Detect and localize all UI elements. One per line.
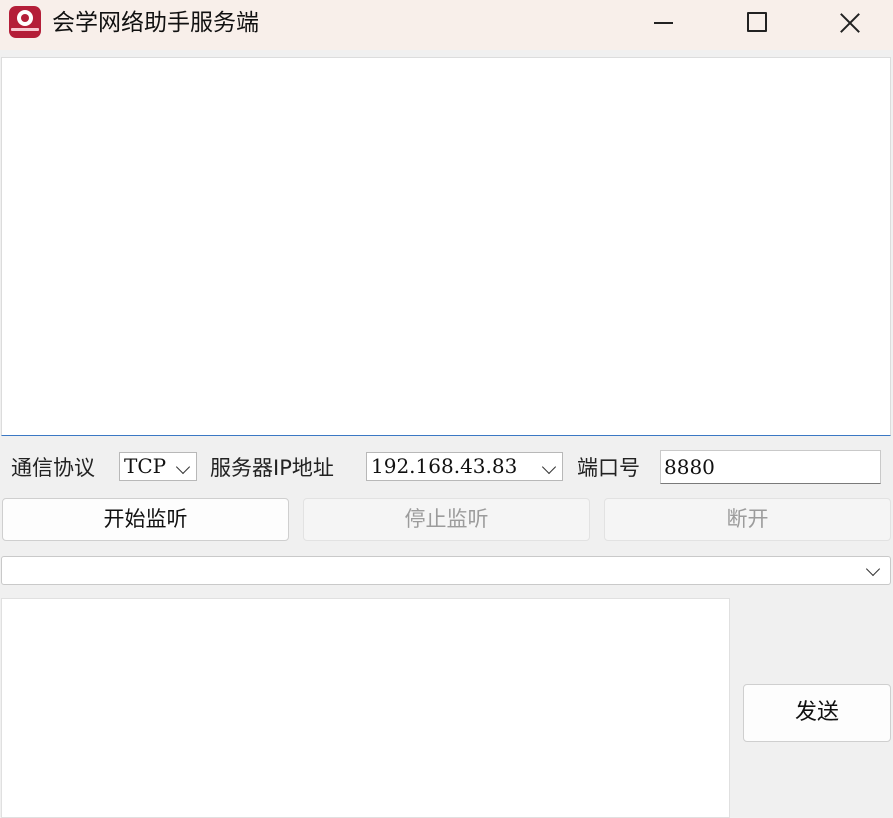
maximize-icon [747, 12, 767, 32]
title-bar: 会学网络助手服务端 [0, 0, 893, 50]
chevron-down-icon [175, 459, 191, 475]
server-ip-label: 服务器IP地址 [210, 456, 334, 480]
close-button[interactable] [826, 0, 872, 46]
minimize-button[interactable] [640, 0, 686, 46]
app-logo-icon [9, 6, 41, 38]
receive-text-area[interactable] [1, 57, 891, 436]
chevron-down-icon [865, 561, 881, 577]
protocol-value: TCP [124, 454, 167, 478]
chevron-down-icon [541, 459, 557, 475]
stop-listen-button[interactable]: 停止监听 [303, 498, 590, 541]
window-title: 会学网络助手服务端 [52, 10, 259, 36]
start-listen-button[interactable]: 开始监听 [2, 498, 289, 541]
server-ip-value: 192.168.43.83 [371, 454, 518, 478]
maximize-button[interactable] [733, 0, 779, 46]
send-button[interactable]: 发送 [743, 684, 891, 742]
port-label: 端口号 [577, 456, 640, 480]
minimize-icon [654, 22, 673, 24]
disconnect-button[interactable]: 断开 [604, 498, 891, 541]
port-input[interactable]: 8880 [660, 450, 881, 484]
send-text-area[interactable] [1, 598, 730, 818]
protocol-select[interactable]: TCP [119, 452, 197, 481]
client-select[interactable] [1, 556, 891, 585]
server-ip-select[interactable]: 192.168.43.83 [366, 452, 563, 481]
protocol-label: 通信协议 [11, 456, 95, 480]
